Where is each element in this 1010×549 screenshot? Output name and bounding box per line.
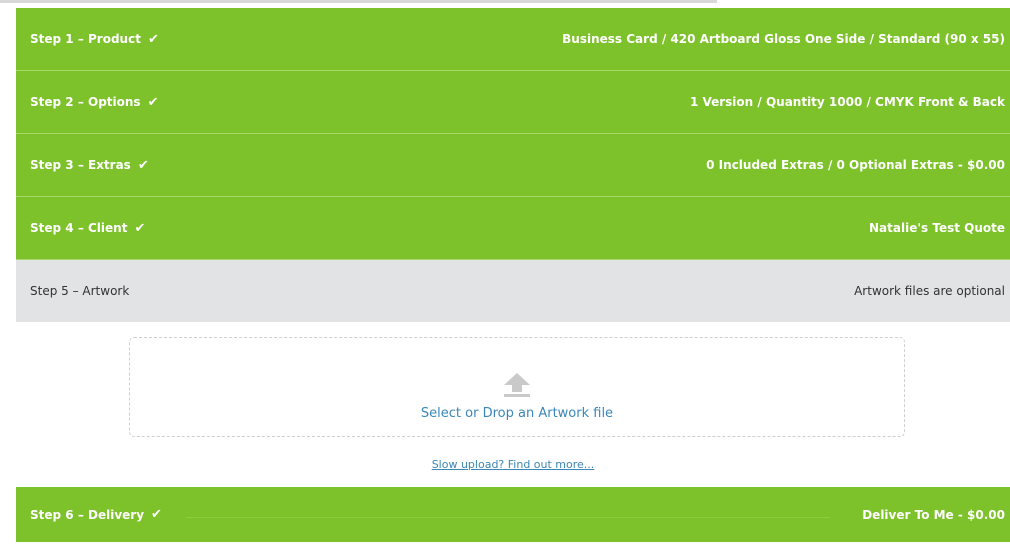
checkmark-icon: ✔ — [147, 31, 159, 47]
slow-upload-link[interactable]: Slow upload? Find out more... — [16, 458, 1010, 471]
top-divider — [0, 0, 717, 3]
checkmark-icon: ✔ — [134, 220, 146, 236]
step-summary: Business Card / 420 Artboard Gloss One S… — [562, 32, 1005, 46]
step-summary: Deliver To Me - $0.00 — [862, 507, 1005, 522]
step-label: Step 1 – Product — [30, 32, 141, 46]
checkmark-icon: ✔ — [151, 507, 162, 522]
dropzone-label: Select or Drop an Artwork file — [420, 405, 614, 421]
step-delivery[interactable]: Step 6 – Delivery ✔ Deliver To Me - $0.0… — [16, 487, 1010, 542]
step-options[interactable]: Step 2 – Options ✔ 1 Version / Quantity … — [16, 71, 1010, 134]
upload-arrow-icon — [504, 372, 530, 397]
step-artwork: Step 5 – Artwork Artwork files are optio… — [16, 260, 1010, 322]
step-summary: Natalie's Test Quote — [869, 221, 1005, 235]
artwork-dropzone[interactable]: Select or Drop an Artwork file — [129, 337, 905, 437]
step-label: Step 6 – Delivery — [30, 507, 145, 522]
step-label: Step 4 – Client — [30, 221, 128, 235]
step-summary: 1 Version / Quantity 1000 / CMYK Front &… — [689, 95, 1005, 109]
artwork-upload-panel: Select or Drop an Artwork file Slow uplo… — [16, 322, 1010, 487]
step-product[interactable]: Step 1 – Product ✔ Business Card / 420 A… — [16, 8, 1010, 71]
step-client[interactable]: Step 4 – Client ✔ Natalie's Test Quote — [16, 197, 1010, 260]
step-summary: Artwork files are optional — [854, 284, 1005, 298]
step-extras[interactable]: Step 3 – Extras ✔ 0 Included Extras / 0 … — [16, 134, 1010, 197]
divider — [186, 517, 830, 518]
step-label: Step 2 – Options — [30, 95, 141, 109]
step-label: Step 3 – Extras — [30, 158, 131, 172]
checkmark-icon: ✔ — [137, 157, 149, 173]
step-label: Step 5 – Artwork — [30, 284, 130, 298]
order-wizard: Step 1 – Product ✔ Business Card / 420 A… — [16, 8, 1010, 542]
step-summary: 0 Included Extras / 0 Optional Extras - … — [706, 158, 1005, 172]
checkmark-icon: ✔ — [147, 94, 159, 110]
